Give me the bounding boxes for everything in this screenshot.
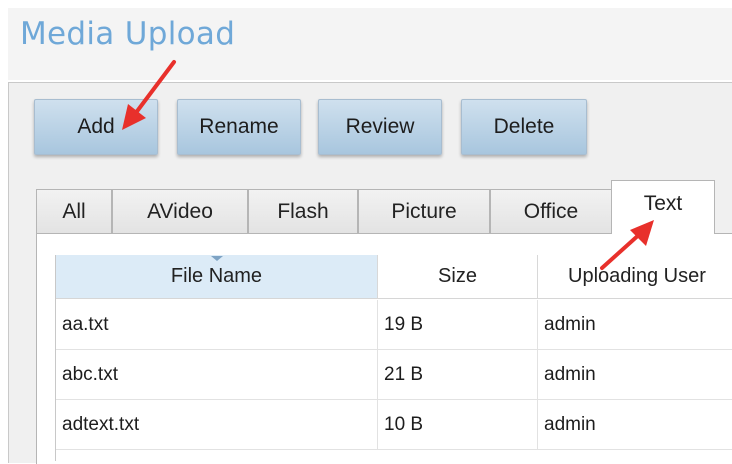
rename-button[interactable]: Rename	[177, 99, 301, 155]
file-name-cell: aa.txt	[56, 300, 378, 350]
file-name-cell: abc.txt	[56, 350, 378, 400]
tab-office[interactable]: Office	[490, 189, 612, 233]
size-cell: 10 B	[378, 400, 538, 450]
file-name-cell: adtext.txt	[56, 400, 378, 450]
size-cell: 19 B	[378, 300, 538, 350]
column-header-uploading-user[interactable]: Uploading User	[538, 255, 732, 299]
add-button[interactable]: Add	[34, 99, 158, 155]
tab-flash[interactable]: Flash	[248, 189, 358, 233]
tab-picture[interactable]: Picture	[358, 189, 490, 233]
sort-indicator-icon	[210, 256, 223, 261]
size-cell: 21 B	[378, 350, 538, 400]
page-title: Media Upload	[20, 16, 236, 52]
table-row[interactable]: adtext.txt 10 B admin	[56, 400, 732, 450]
uploading-user-cell: admin	[544, 314, 596, 335]
tab-avideo[interactable]: AVideo	[112, 189, 248, 233]
uploading-user-cell: admin	[544, 364, 596, 385]
review-button[interactable]: Review	[318, 99, 442, 155]
column-header-label: Size	[438, 265, 477, 287]
column-header-label: Uploading User	[568, 265, 706, 287]
table-row[interactable]: aa.txt 19 B admin	[56, 300, 732, 350]
tab-text[interactable]: Text	[611, 180, 715, 234]
tab-all[interactable]: All	[36, 189, 112, 233]
column-header-label: File Name	[170, 265, 263, 287]
column-header-size[interactable]: Size	[378, 255, 538, 299]
table-row[interactable]: abc.txt 21 B admin	[56, 350, 732, 400]
delete-button[interactable]: Delete	[461, 99, 587, 155]
column-header-file-name[interactable]: File Name	[56, 255, 378, 299]
uploading-user-cell: admin	[544, 414, 596, 435]
